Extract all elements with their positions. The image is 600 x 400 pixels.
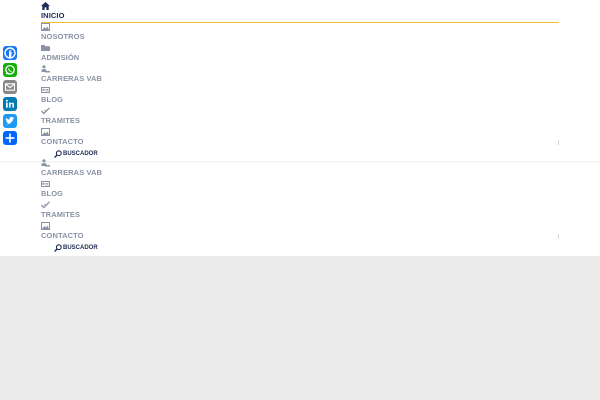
image-icon	[41, 128, 50, 136]
nav-item-label: INICIO	[41, 11, 65, 20]
nav-item-blog[interactable]: BLOG	[41, 178, 561, 199]
twitter-icon	[5, 116, 15, 125]
linkedin-share-button[interactable]	[3, 97, 17, 111]
share-more-button[interactable]	[3, 131, 17, 145]
nav-item-label: TRAMITES	[41, 210, 81, 219]
email-share-button[interactable]	[3, 80, 17, 94]
nav-item-label: ADMISIÓN	[41, 53, 80, 62]
nav-item-carreras-vab[interactable]: CARRERAS VAB	[41, 157, 561, 178]
whatsapp-share-button[interactable]	[3, 63, 17, 77]
nav-item-contacto[interactable]: CONTACTO	[41, 126, 561, 147]
nav-item-label: TRAMITES	[41, 116, 81, 125]
facebook-share-button[interactable]	[3, 46, 17, 60]
nav-item-inicio[interactable]: INICIO	[41, 0, 561, 23]
person-desk-icon	[41, 65, 50, 73]
nav-item-label: CONTACTO	[41, 231, 84, 240]
check-icon	[41, 107, 50, 115]
linkedin-icon	[5, 99, 14, 108]
check-icon	[41, 201, 50, 209]
person-desk-icon	[41, 159, 50, 167]
nav-item-label: CONTACTO	[41, 137, 84, 146]
nav-item-label: CARRERAS VAB	[41, 74, 103, 83]
whatsapp-icon	[5, 64, 15, 75]
image-icon	[41, 23, 50, 31]
id-card-icon	[41, 87, 50, 93]
nav-item-blog[interactable]: BLOG	[41, 84, 561, 105]
twitter-share-button[interactable]	[3, 114, 17, 128]
nav-item-carreras-vab[interactable]: CARRERAS VAB	[41, 63, 561, 84]
nav-item-label: BLOG	[41, 95, 64, 104]
folder-icon	[41, 45, 50, 51]
nav-item-label: CARRERAS VAB	[41, 168, 103, 177]
nav-item-label: BLOG	[41, 189, 64, 198]
menu-edge-tick	[558, 140, 559, 145]
nav-item-admision[interactable]: ADMISIÓN	[41, 42, 561, 63]
email-icon	[4, 83, 16, 91]
nav-item-label: NOSOTROS	[41, 32, 85, 41]
nav-item-contacto[interactable]: CONTACTO	[41, 220, 561, 241]
nav-item-tramites[interactable]: TRAMITES	[41, 199, 561, 220]
nav-item-nosotros[interactable]: NOSOTROS	[41, 21, 561, 42]
search-label: BUSCADOR	[63, 245, 98, 251]
id-card-icon	[41, 181, 50, 187]
nav-item-tramites[interactable]: TRAMITES	[41, 105, 561, 126]
image-icon	[41, 222, 50, 230]
share-plus-icon	[5, 133, 15, 143]
facebook-icon	[4, 47, 16, 59]
search-icon	[54, 244, 62, 253]
home-icon	[41, 2, 50, 10]
menu-edge-tick	[558, 234, 559, 239]
